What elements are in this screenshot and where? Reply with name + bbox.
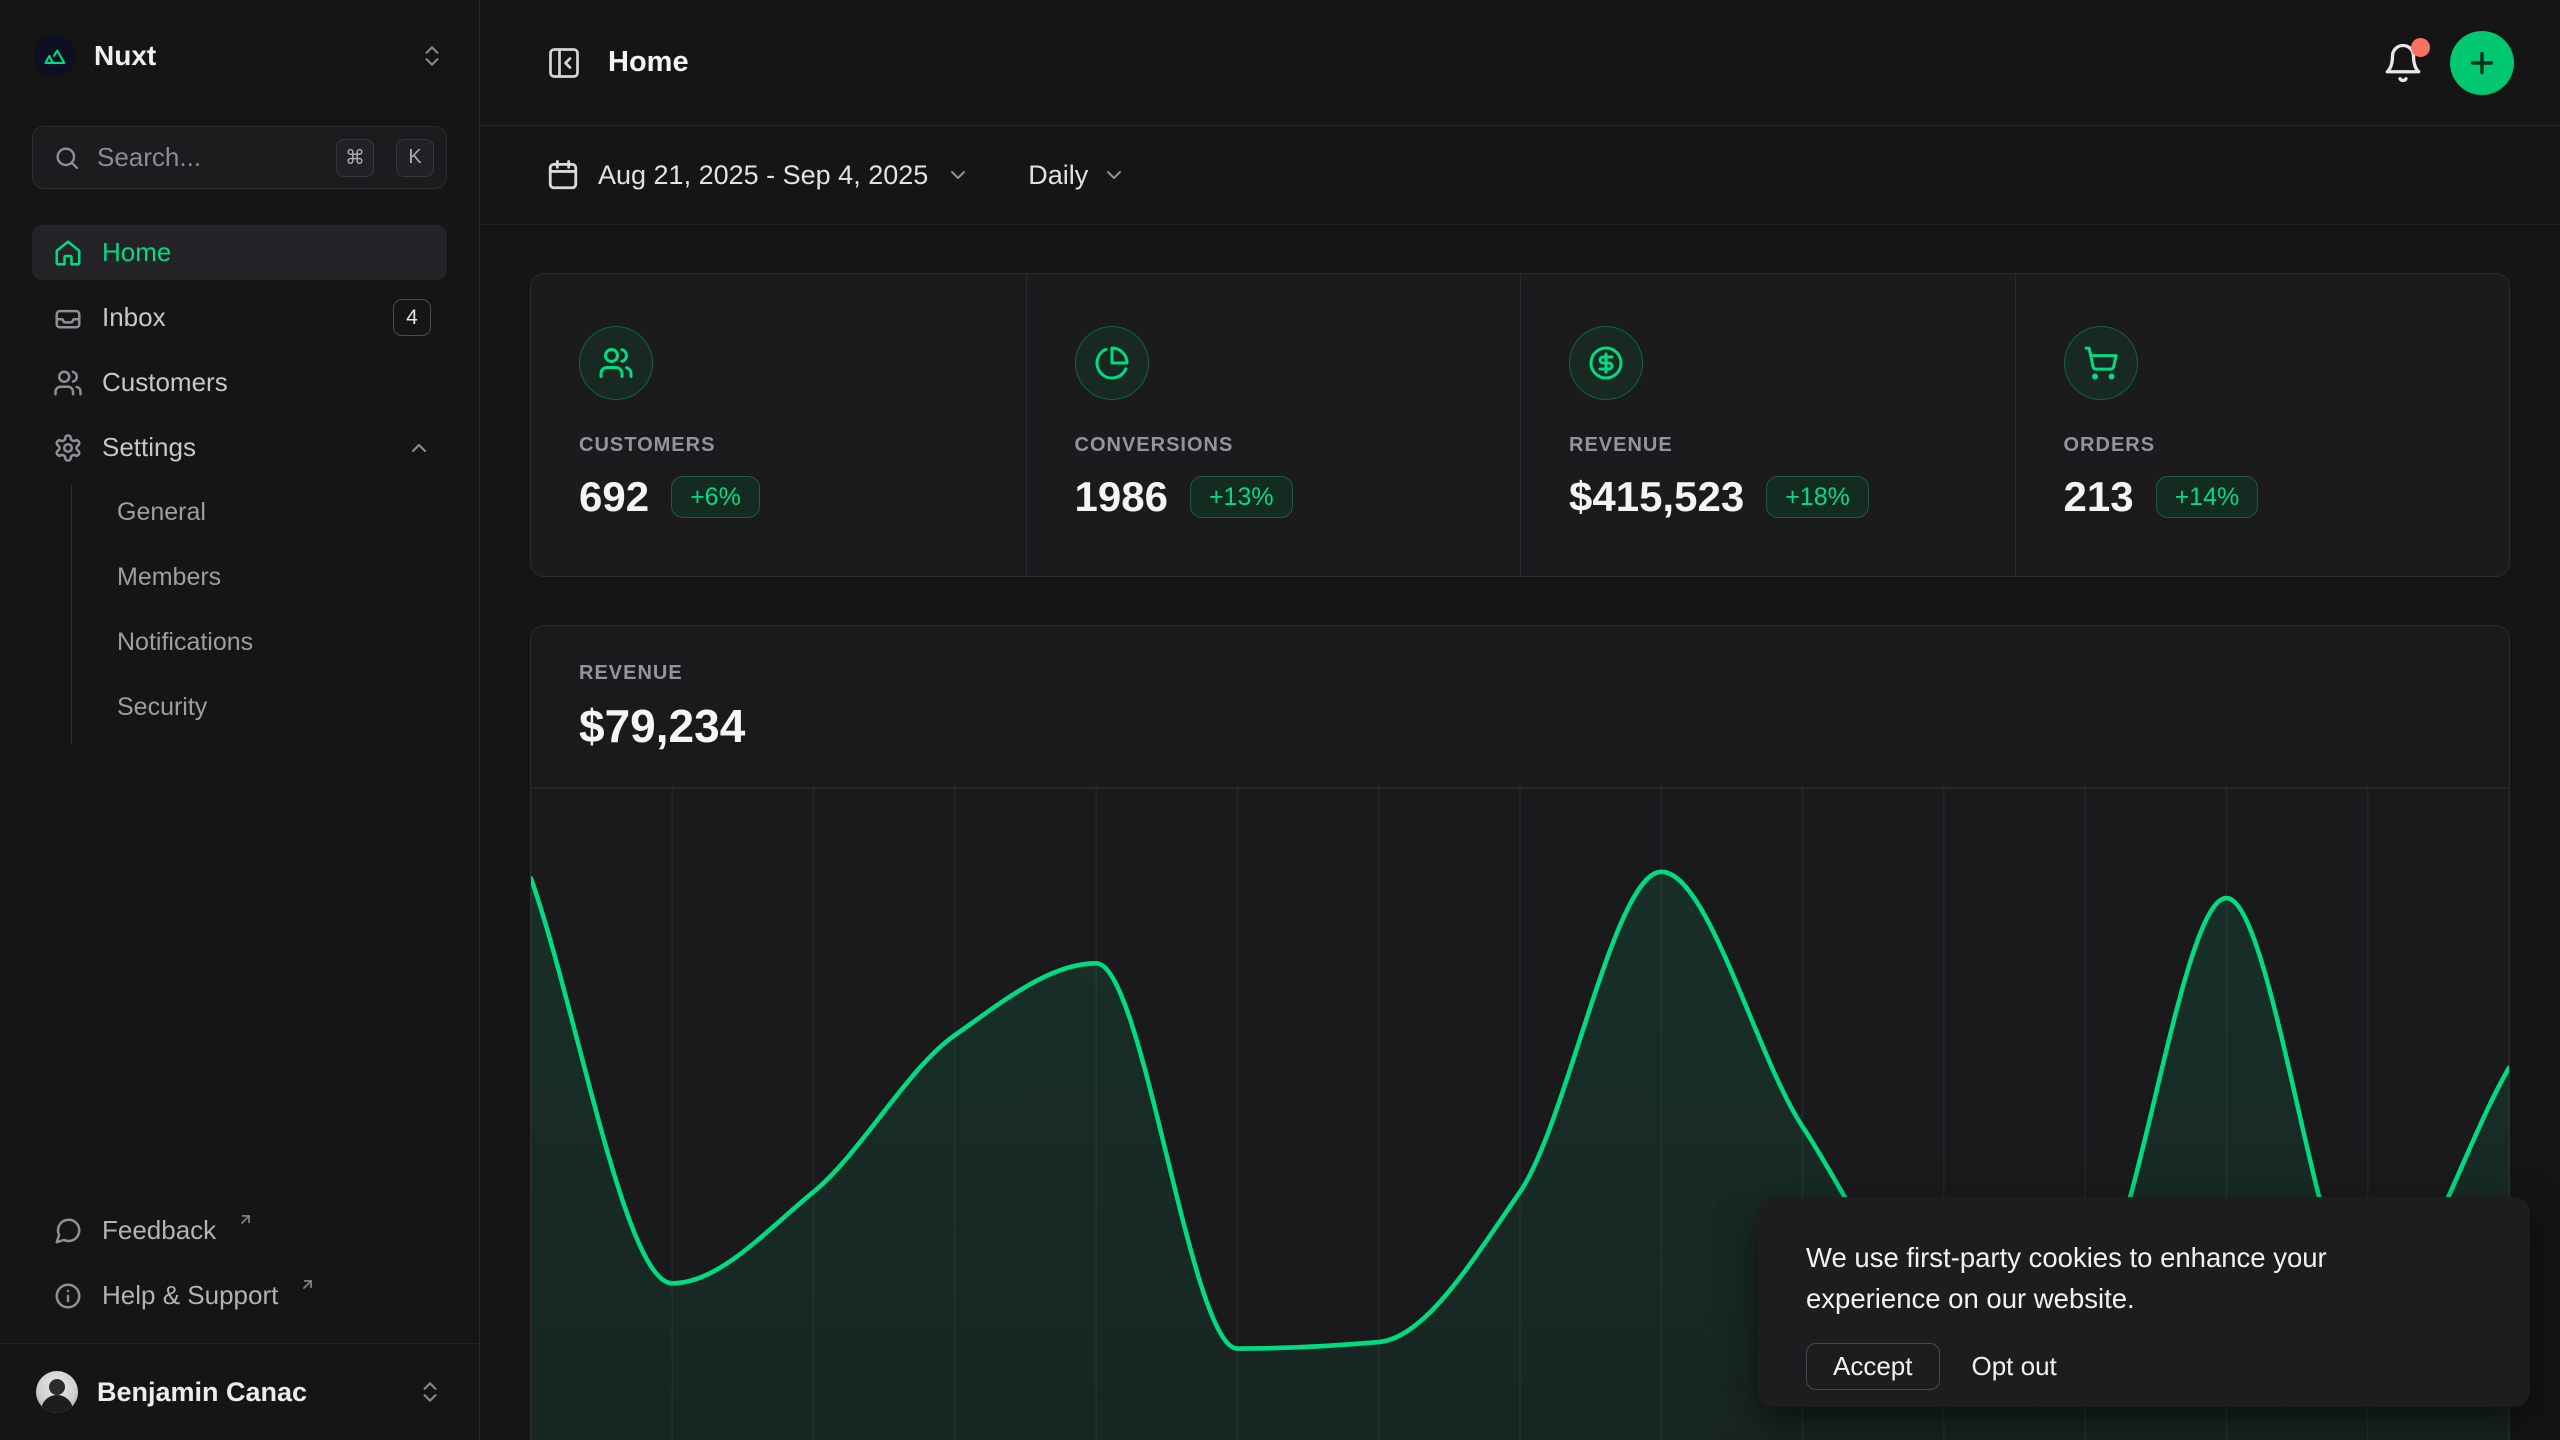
collapse-sidebar-icon[interactable] bbox=[546, 45, 582, 81]
notification-dot bbox=[2411, 38, 2430, 57]
cart-icon bbox=[2064, 326, 2138, 400]
search-placeholder: Search... bbox=[97, 142, 320, 173]
stat-change-badge: +18% bbox=[1766, 476, 1869, 518]
nuxt-logo-icon bbox=[34, 35, 76, 77]
sidebar-item-home[interactable]: Home bbox=[32, 225, 447, 280]
notifications-button[interactable] bbox=[2382, 42, 2424, 84]
avatar bbox=[36, 1371, 78, 1413]
gear-icon bbox=[53, 433, 83, 463]
sidebar-item-settings[interactable]: Settings bbox=[32, 420, 447, 475]
users-icon bbox=[579, 326, 653, 400]
stat-label: ORDERS bbox=[2064, 434, 2470, 457]
stat-change-badge: +6% bbox=[671, 476, 760, 518]
dollar-circle-icon bbox=[1569, 326, 1643, 400]
period-select[interactable]: Daily bbox=[1028, 160, 1126, 191]
sidebar-item-label: Customers bbox=[102, 367, 431, 398]
sidebar-subitem-general[interactable]: General bbox=[103, 485, 447, 540]
date-range-picker[interactable]: Aug 21, 2025 - Sep 4, 2025 bbox=[546, 158, 970, 192]
chevron-down-icon bbox=[1102, 163, 1126, 187]
calendar-icon bbox=[546, 158, 580, 192]
sidebar-item-feedback[interactable]: Feedback bbox=[32, 1203, 447, 1258]
period-value: Daily bbox=[1028, 160, 1088, 191]
stat-value: 692 bbox=[579, 473, 649, 521]
page-header: Home bbox=[480, 0, 2560, 126]
stats-card: CUSTOMERS 692 +6% CONVERSIONS 1986 +13% bbox=[530, 273, 2510, 577]
revenue-chart-value: $79,234 bbox=[579, 699, 2461, 753]
stat-orders[interactable]: ORDERS 213 +14% bbox=[2015, 274, 2510, 576]
sidebar-item-inbox[interactable]: Inbox 4 bbox=[32, 290, 447, 345]
user-name: Benjamin Canac bbox=[97, 1377, 398, 1408]
search-icon bbox=[53, 144, 81, 172]
search-input[interactable]: Search... ⌘ K bbox=[32, 126, 447, 189]
sidebar-item-help-support[interactable]: Help & Support bbox=[32, 1268, 447, 1323]
stat-label: CONVERSIONS bbox=[1075, 434, 1481, 457]
date-range-value: Aug 21, 2025 - Sep 4, 2025 bbox=[598, 160, 928, 191]
sidebar: Nuxt Search... ⌘ K Home bbox=[0, 0, 480, 1440]
accept-cookies-button[interactable]: Accept bbox=[1806, 1343, 1940, 1390]
user-menu[interactable]: Benjamin Canac bbox=[32, 1344, 447, 1440]
sidebar-item-label: Feedback bbox=[102, 1215, 216, 1246]
sidebar-item-label: Settings bbox=[102, 432, 388, 463]
workspace-switcher[interactable]: Nuxt bbox=[32, 24, 447, 88]
stat-value: 213 bbox=[2064, 473, 2134, 521]
revenue-chart-label: REVENUE bbox=[579, 662, 2461, 685]
chevron-up-icon bbox=[407, 436, 431, 460]
inbox-icon bbox=[53, 303, 83, 333]
sidebar-user-section: Benjamin Canac bbox=[0, 1343, 479, 1440]
pie-chart-icon bbox=[1075, 326, 1149, 400]
sidebar-subitem-members[interactable]: Members bbox=[103, 550, 447, 605]
settings-subnav: General Members Notifications Security bbox=[71, 485, 447, 745]
inbox-count-badge: 4 bbox=[393, 299, 431, 336]
external-link-icon bbox=[299, 1276, 316, 1293]
sidebar-subitem-security[interactable]: Security bbox=[103, 680, 447, 735]
stat-change-badge: +13% bbox=[1190, 476, 1293, 518]
kbd-cmd: ⌘ bbox=[336, 139, 374, 177]
sidebar-subitem-notifications[interactable]: Notifications bbox=[103, 615, 447, 670]
sidebar-item-customers[interactable]: Customers bbox=[32, 355, 447, 410]
info-circle-icon bbox=[53, 1281, 83, 1311]
workspace-name: Nuxt bbox=[94, 40, 401, 72]
chevrons-up-down-icon bbox=[417, 1379, 443, 1405]
sidebar-footer-nav: Feedback Help & Support bbox=[32, 1203, 447, 1343]
chevron-down-icon bbox=[946, 163, 970, 187]
kbd-k: K bbox=[396, 139, 434, 177]
stat-revenue[interactable]: REVENUE $415,523 +18% bbox=[1520, 274, 2015, 576]
stat-value: $415,523 bbox=[1569, 473, 1744, 521]
toolbar: Aug 21, 2025 - Sep 4, 2025 Daily bbox=[480, 126, 2560, 225]
optout-cookies-button[interactable]: Opt out bbox=[1962, 1343, 2067, 1390]
message-circle-icon bbox=[53, 1216, 83, 1246]
sidebar-item-label: Inbox bbox=[102, 302, 374, 333]
stat-conversions[interactable]: CONVERSIONS 1986 +13% bbox=[1026, 274, 1521, 576]
cookie-banner: We use first-party cookies to enhance yo… bbox=[1758, 1197, 2530, 1407]
stat-change-badge: +14% bbox=[2156, 476, 2259, 518]
stat-label: REVENUE bbox=[1569, 434, 1975, 457]
users-icon bbox=[53, 368, 83, 398]
chevrons-up-down-icon bbox=[419, 43, 445, 69]
stat-label: CUSTOMERS bbox=[579, 434, 986, 457]
cookie-message: We use first-party cookies to enhance yo… bbox=[1806, 1237, 2406, 1319]
stat-customers[interactable]: CUSTOMERS 692 +6% bbox=[531, 274, 1026, 576]
sidebar-item-label: Help & Support bbox=[102, 1280, 278, 1311]
sidebar-nav: Home Inbox 4 Customers bbox=[32, 225, 447, 745]
page-title: Home bbox=[608, 46, 2382, 79]
stat-value: 1986 bbox=[1075, 473, 1168, 521]
sidebar-item-label: Home bbox=[102, 237, 431, 268]
add-button[interactable] bbox=[2450, 31, 2514, 95]
sidebar-spacer bbox=[32, 745, 447, 1203]
external-link-icon bbox=[237, 1211, 254, 1228]
house-icon bbox=[53, 238, 83, 268]
